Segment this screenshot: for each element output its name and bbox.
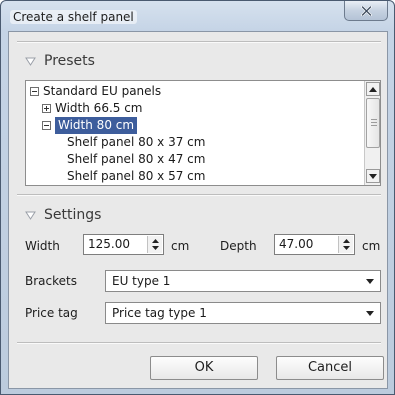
spin-up-icon[interactable] — [151, 239, 159, 243]
scroll-thumb[interactable] — [366, 98, 380, 148]
width-spinbox[interactable]: 125.00 — [83, 234, 164, 255]
tree-item-standard-eu-panels[interactable]: Standard EU panels — [30, 83, 161, 100]
arrow-up-icon — [369, 86, 377, 92]
title-bar[interactable]: Create a shelf panel — [1, 1, 394, 31]
arrow-down-icon — [369, 173, 377, 179]
tree-item-width-66-5[interactable]: Width 66.5 cm — [42, 100, 143, 117]
collapse-triangle-icon — [25, 57, 36, 66]
buttons-divider — [17, 342, 381, 344]
tree-item-shelf-panel-80x47[interactable]: Shelf panel 80 x 47 cm — [67, 151, 205, 168]
width-spin-buttons[interactable] — [147, 236, 162, 253]
expand-icon[interactable] — [42, 104, 51, 113]
tree-item-label: Width 66.5 cm — [55, 101, 143, 115]
depth-label: Depth — [220, 239, 257, 253]
collapse-icon[interactable] — [30, 87, 39, 96]
tree-item-shelf-panel-80x57[interactable]: Shelf panel 80 x 57 cm — [67, 168, 205, 185]
tree-item-label: Shelf panel 80 x 47 cm — [67, 152, 206, 166]
presets-section-header[interactable]: Presets — [25, 53, 95, 69]
depth-spin-buttons[interactable] — [338, 236, 353, 253]
price-tag-value: Price tag type 1 — [112, 306, 207, 320]
brackets-value: EU type 1 — [112, 274, 171, 288]
close-button[interactable] — [344, 1, 388, 21]
ok-button[interactable]: OK — [150, 356, 258, 380]
scroll-down-button[interactable] — [366, 169, 380, 183]
spin-down-icon[interactable] — [342, 246, 350, 250]
scroll-up-button[interactable] — [366, 82, 380, 96]
dialog-window: Create a shelf panel Presets Standard EU… — [0, 0, 395, 395]
tree-item-label: Shelf panel 80 x 57 cm — [67, 169, 206, 183]
tree-item-label-selected: Width 80 cm — [55, 117, 138, 134]
tree-item-label: Standard EU panels — [43, 84, 162, 98]
settings-header-label: Settings — [44, 207, 102, 223]
collapse-triangle-icon — [25, 211, 36, 220]
width-label: Width — [25, 239, 60, 253]
tree-item-shelf-panel-80x37[interactable]: Shelf panel 80 x 37 cm — [67, 134, 205, 151]
collapse-icon[interactable] — [42, 121, 51, 130]
brackets-label: Brackets — [25, 274, 77, 288]
width-value: 125.00 — [88, 237, 130, 251]
price-tag-label: Price tag — [25, 306, 78, 320]
depth-spinbox[interactable]: 47.00 — [274, 234, 355, 255]
close-icon — [360, 5, 372, 16]
tree-item-label: Shelf panel 80 x 37 cm — [67, 135, 206, 149]
window-title: Create a shelf panel — [10, 10, 137, 24]
depth-unit: cm — [362, 239, 381, 253]
chevron-down-icon — [366, 279, 374, 284]
spin-down-icon[interactable] — [151, 246, 159, 250]
top-divider — [17, 41, 381, 43]
presets-header-label: Presets — [44, 53, 95, 69]
presets-tree[interactable]: Standard EU panels Width 66.5 cm Width 8… — [25, 80, 381, 186]
dialog-content: Presets Standard EU panels Width 66.5 cm… — [8, 31, 388, 389]
brackets-dropdown[interactable]: EU type 1 — [105, 270, 381, 292]
spin-up-icon[interactable] — [342, 239, 350, 243]
chevron-down-icon — [366, 311, 374, 316]
settings-section-header[interactable]: Settings — [25, 207, 101, 223]
tree-item-width-80[interactable]: Width 80 cm — [42, 117, 138, 134]
tree-scrollbar[interactable] — [364, 81, 380, 185]
depth-value: 47.00 — [279, 237, 314, 251]
cancel-button[interactable]: Cancel — [276, 356, 384, 380]
width-unit: cm — [171, 239, 190, 253]
presets-divider — [17, 194, 381, 196]
price-tag-dropdown[interactable]: Price tag type 1 — [105, 302, 381, 324]
